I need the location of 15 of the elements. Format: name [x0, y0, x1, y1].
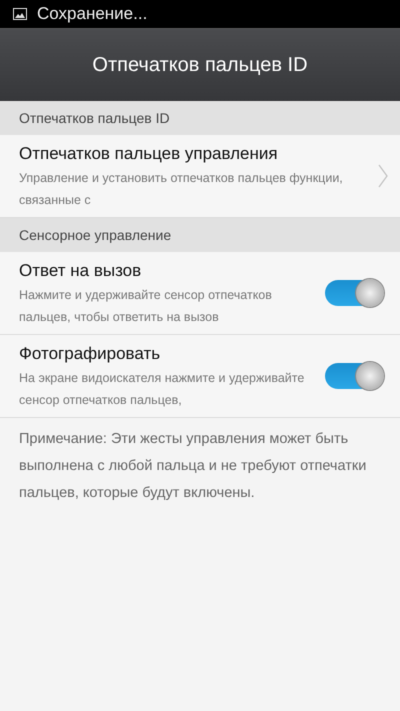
- screen-title: Отпечатков пальцев ID: [92, 54, 308, 76]
- toggle-switch[interactable]: [325, 280, 383, 306]
- chevron-icon: [378, 164, 388, 188]
- item-description: На экране видоискателя нажмите и удерживайте сенсор отпечатков пальцев,: [19, 370, 305, 409]
- toggle-switch[interactable]: [325, 363, 383, 389]
- section-header: Сенсорное управление: [0, 218, 400, 252]
- section-header: Отпечатков пальцев ID: [0, 101, 400, 135]
- item-title: Отпечатков пальцев управления: [19, 143, 279, 165]
- item-title: Ответ на вызов: [19, 260, 142, 282]
- note-text: Примечание: Эти жесты управления может быть выполнена с любой пальца и не требуют отпечатки пальцев, которые будут включены.: [18, 430, 368, 503]
- item-description: Нажмите и удерживайте сенсор отпечатков пальцев, чтобы ответить на вызов: [19, 287, 273, 326]
- notification-text: Сохранение...: [37, 4, 148, 24]
- item-description: Управление и установить отпечатков пальцев функции, связанные с: [19, 170, 344, 209]
- item-title: Фотографировать: [19, 343, 162, 365]
- image-icon: [13, 8, 27, 20]
